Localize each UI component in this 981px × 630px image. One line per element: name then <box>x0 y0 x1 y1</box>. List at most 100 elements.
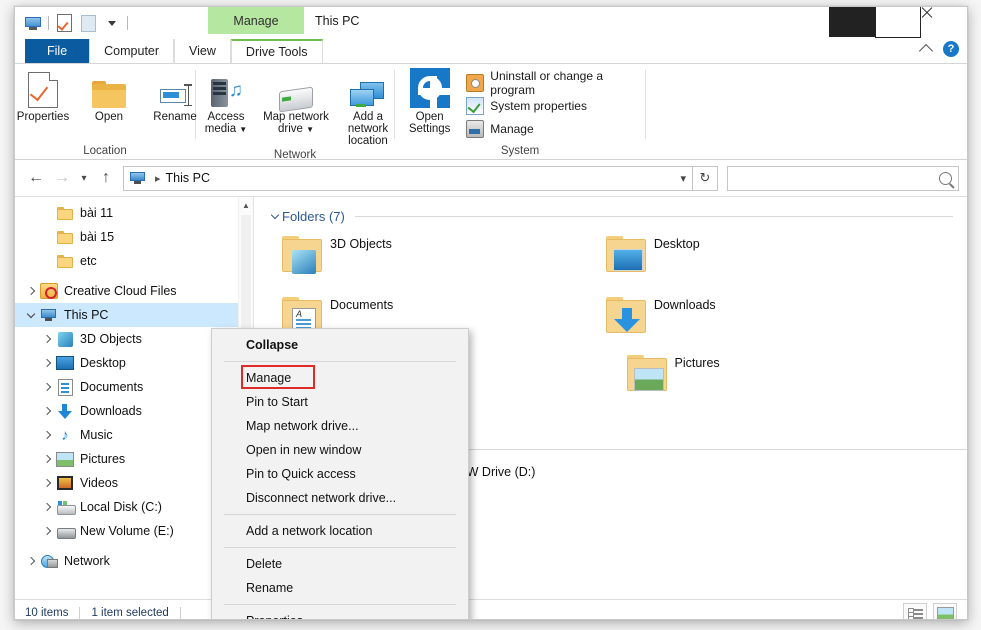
chevron-right-icon[interactable] <box>39 528 55 534</box>
tab-computer[interactable]: Computer <box>89 39 174 63</box>
context-menu-item-manage[interactable]: Manage <box>212 366 468 390</box>
recent-locations-icon[interactable]: ▾ <box>75 165 93 191</box>
maximize-button[interactable] <box>875 7 921 37</box>
context-menu-item-disconnect-network-drive[interactable]: Disconnect network drive... <box>212 486 468 510</box>
file-explorer-window: Manage This PC File Computer View Drive … <box>14 6 968 620</box>
view-mode-buttons <box>903 603 957 620</box>
chevron-right-icon[interactable] <box>39 432 55 438</box>
up-arrow-icon[interactable]: ↑ <box>93 165 119 191</box>
folder-item-downloads[interactable]: Downloads <box>602 291 926 352</box>
documents-icon <box>55 379 75 396</box>
ribbon: Properties Open Rename Location ♫ Access… <box>15 64 967 160</box>
context-menu-item-pin-to-start[interactable]: Pin to Start <box>212 390 468 414</box>
this-pc-icon-address <box>130 172 146 185</box>
customize-dropdown-icon[interactable] <box>100 12 124 34</box>
nav-item-this-pc[interactable]: This PC <box>15 303 253 327</box>
group-label-system: System <box>395 143 645 159</box>
this-pc-icon <box>39 309 59 322</box>
nav-item-bai-11[interactable]: bài 11 <box>15 201 253 225</box>
map-network-drive-button[interactable]: Map network drive ▼ <box>260 70 332 138</box>
details-view-button[interactable] <box>903 603 927 620</box>
minimize-button[interactable] <box>829 7 875 37</box>
status-divider-2 <box>180 607 181 620</box>
scroll-up-icon[interactable]: ▲ <box>239 197 253 213</box>
open-settings-button[interactable]: Open Settings <box>403 70 456 137</box>
search-icon <box>939 172 952 185</box>
uninstall-icon <box>466 74 484 92</box>
system-properties-icon <box>466 97 484 115</box>
downloads-icon <box>55 404 75 419</box>
ribbon-group-system: Open Settings Uninstall or change a prog… <box>395 64 645 159</box>
back-arrow-icon[interactable]: ← <box>23 165 49 191</box>
window-controls <box>829 7 967 37</box>
this-pc-icon[interactable] <box>21 12 45 34</box>
chevron-down-icon[interactable] <box>268 212 282 221</box>
search-input[interactable] <box>734 170 939 186</box>
properties-icon[interactable] <box>52 12 76 34</box>
pictures-icon <box>55 452 75 467</box>
quick-access-toolbar <box>21 12 131 34</box>
add-network-location-button[interactable]: Add a network location <box>333 70 403 149</box>
address-field[interactable]: ▸ This PC ▾ <box>123 166 693 191</box>
folder-pictures-icon <box>623 353 675 391</box>
access-media-button[interactable]: ♫ Access media ▼ <box>193 70 259 138</box>
nav-item-etc[interactable]: etc <box>15 249 253 273</box>
folder-item-3d-objects[interactable]: 3D Objects <box>278 230 602 291</box>
folder-item-desktop[interactable]: Desktop <box>602 230 926 291</box>
ribbon-separator-3 <box>645 70 646 139</box>
folder-item-pictures[interactable]: Pictures <box>623 349 947 410</box>
address-dropdown-icon[interactable]: ▾ <box>680 172 688 185</box>
context-menu-item-collapse[interactable]: Collapse <box>212 333 468 357</box>
qat-divider-2 <box>127 16 128 30</box>
context-menu-item-properties[interactable]: Properties <box>212 609 468 620</box>
folders-group-header[interactable]: Folders (7) <box>254 197 967 224</box>
properties-button[interactable]: Properties <box>14 70 75 125</box>
chevron-right-icon[interactable] <box>39 384 55 390</box>
folders-group-label: Folders (7) <box>282 209 345 224</box>
refresh-icon[interactable]: ↻ <box>693 166 718 191</box>
chevron-right-icon[interactable] <box>39 336 55 342</box>
title-bar: Manage This PC <box>15 7 967 39</box>
chevron-right-icon[interactable] <box>23 558 39 564</box>
context-menu-item-open-in-new-window[interactable]: Open in new window <box>212 438 468 462</box>
tab-file[interactable]: File <box>25 39 89 63</box>
context-menu-item-map-network-drive[interactable]: Map network drive... <box>212 414 468 438</box>
system-properties-button[interactable]: System properties <box>462 95 645 116</box>
open-button[interactable]: Open <box>77 70 141 125</box>
chevron-right-icon[interactable] <box>39 504 55 510</box>
new-folder-icon[interactable] <box>76 12 100 34</box>
tab-drive-tools[interactable]: Drive Tools <box>231 39 323 63</box>
ribbon-tab-strip: File Computer View Drive Tools ? <box>15 39 967 64</box>
window-title: This PC <box>315 7 359 34</box>
context-menu-item-add-network-location[interactable]: Add a network location <box>212 519 468 543</box>
chevron-right-icon[interactable] <box>39 480 55 486</box>
group-label-location: Location <box>15 143 195 159</box>
large-icons-view-button[interactable] <box>933 603 957 620</box>
close-button[interactable] <box>921 7 967 37</box>
chevron-right-icon[interactable] <box>39 456 55 462</box>
folder-desktop-icon <box>602 234 654 272</box>
chevron-right-icon[interactable] <box>23 288 39 294</box>
ribbon-group-location: Properties Open Rename Location <box>15 64 195 159</box>
status-divider <box>79 607 80 620</box>
search-box[interactable] <box>727 166 959 191</box>
collapse-ribbon-icon[interactable] <box>919 43 933 57</box>
chevron-right-icon[interactable] <box>39 360 55 366</box>
context-menu-item-rename[interactable]: Rename <box>212 576 468 600</box>
nav-item-creative-cloud-files[interactable]: Creative Cloud Files <box>15 279 253 303</box>
address-bar: ← → ▾ ↑ ▸ This PC ▾ ↻ <box>15 160 967 196</box>
breadcrumb-this-pc[interactable]: This PC <box>166 171 210 185</box>
uninstall-or-change-program-button[interactable]: Uninstall or change a program <box>462 72 645 93</box>
tab-view[interactable]: View <box>174 39 231 63</box>
volume-icon <box>55 525 75 537</box>
chevron-right-icon[interactable] <box>39 408 55 414</box>
context-menu-item-delete[interactable]: Delete <box>212 552 468 576</box>
qat-divider <box>48 16 49 30</box>
status-selection: 1 item selected <box>91 607 168 619</box>
chevron-down-icon[interactable] <box>23 311 39 320</box>
help-icon[interactable]: ? <box>943 41 959 57</box>
forward-arrow-icon[interactable]: → <box>49 165 75 191</box>
manage-button[interactable]: Manage <box>462 118 645 139</box>
nav-item-bai-15[interactable]: bài 15 <box>15 225 253 249</box>
context-menu-item-pin-to-quick-access[interactable]: Pin to Quick access <box>212 462 468 486</box>
